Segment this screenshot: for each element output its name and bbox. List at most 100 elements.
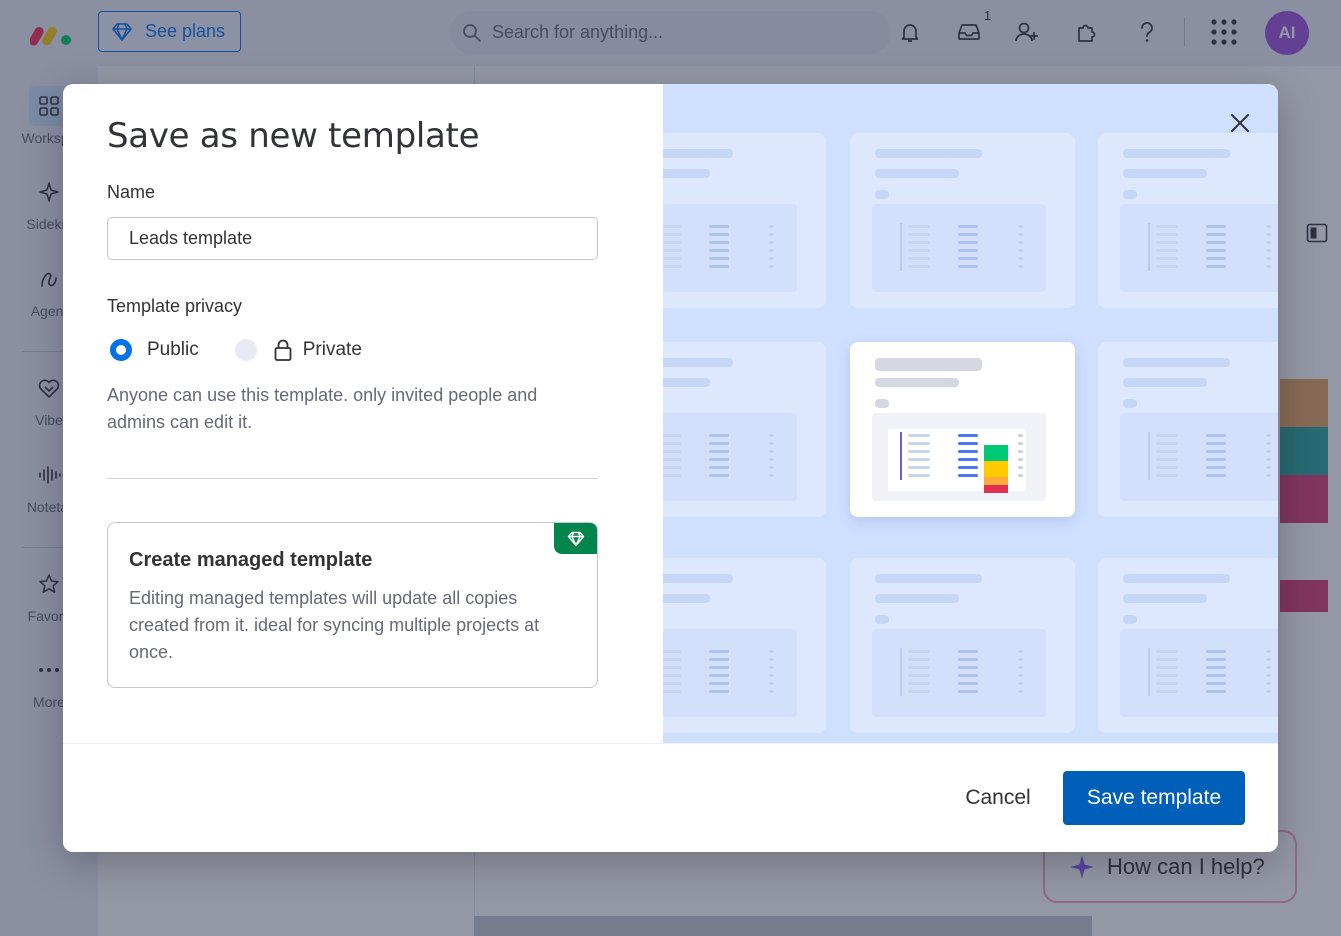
preview-row-line: [908, 682, 930, 685]
preview-row-line: [1156, 225, 1178, 228]
preview-row-line: [1206, 249, 1226, 252]
preview-row-line: [1156, 474, 1178, 477]
preview-row-line: [663, 458, 681, 461]
preview-row-line: [1206, 690, 1226, 693]
preview-tile: [1098, 558, 1278, 733]
managed-template-card[interactable]: Create managed template Editing managed …: [107, 522, 598, 688]
preview-bar: [1123, 378, 1207, 387]
preview-row-line: [908, 434, 930, 437]
preview-row-line: [908, 458, 930, 461]
preview-row-line: [1266, 682, 1271, 685]
radio-option-private[interactable]: Private: [234, 338, 362, 362]
preview-row-line: [958, 682, 978, 685]
preview-row-line: [1018, 265, 1023, 268]
preview-row-line: [908, 249, 930, 252]
preview-row-line: [1206, 265, 1226, 268]
save-template-button[interactable]: Save template: [1063, 771, 1245, 825]
preview-row-line: [1156, 466, 1178, 469]
preview-row-line: [958, 225, 978, 228]
preview-row-line: [709, 650, 729, 653]
modal-form: Save as new template Name Template priva…: [63, 84, 663, 743]
preview-row-line: [1206, 434, 1226, 437]
preview-row-line: [908, 257, 930, 260]
preview-row-line: [1156, 458, 1178, 461]
preview-row-line: [1156, 450, 1178, 453]
preview-board: [1120, 204, 1278, 292]
close-button[interactable]: [1227, 110, 1253, 136]
preview-row-line: [1018, 674, 1023, 677]
preview-row-line: [1206, 666, 1226, 669]
preview-row-line: [958, 650, 978, 653]
cancel-button[interactable]: Cancel: [948, 772, 1048, 824]
preview-row-line: [663, 257, 681, 260]
preview-row-line: [769, 658, 774, 661]
private-label: Private: [302, 339, 362, 360]
preview-row-line: [1206, 474, 1226, 477]
preview-board: [872, 629, 1046, 717]
preview-row-line: [1266, 466, 1271, 469]
preview-row-line: [709, 434, 729, 437]
preview-row-line: [709, 690, 729, 693]
preview-bar: [1123, 594, 1207, 603]
preview-bar: [1123, 574, 1230, 583]
preview-row-line: [769, 450, 774, 453]
preview-row-line: [1018, 682, 1023, 685]
preview-row-line: [1018, 458, 1023, 461]
preview-bar: [663, 574, 733, 583]
preview-row-line: [1266, 265, 1271, 268]
preview-row-line: [1266, 474, 1271, 477]
preview-bar: [875, 358, 982, 371]
preview-board: [872, 204, 1046, 292]
preview-row-line: [1266, 658, 1271, 661]
preview-row-line: [958, 434, 978, 437]
preview-row-line: [769, 225, 774, 228]
preview-row-line: [769, 257, 774, 260]
preview-row-line: [709, 658, 729, 661]
form-divider: [107, 478, 598, 479]
radio-option-public[interactable]: Public: [110, 339, 199, 361]
private-radio[interactable]: [234, 339, 257, 361]
preview-row-line: [1156, 241, 1178, 244]
preview-row-line: [958, 265, 978, 268]
preview-board: [1120, 413, 1278, 501]
preview-row-line: [1266, 233, 1271, 236]
diamond-icon: [567, 531, 584, 546]
preview-row-line: [1266, 241, 1271, 244]
preview-bar: [663, 358, 733, 367]
preview-row-line: [1206, 241, 1226, 244]
preview-row-line: [1156, 666, 1178, 669]
preview-tile: [1098, 133, 1278, 308]
preview-row-line: [1206, 674, 1226, 677]
preview-row-line: [663, 450, 681, 453]
preview-bar: [875, 378, 959, 387]
public-radio[interactable]: [110, 339, 132, 361]
preview-row-line: [1018, 225, 1023, 228]
preview-bar: [875, 149, 982, 158]
preview-group-line: [1148, 432, 1150, 480]
preview-tile: [663, 342, 826, 517]
preview-bar: [663, 594, 710, 603]
template-name-input[interactable]: [107, 217, 598, 260]
preview-row-line: [663, 265, 681, 268]
preview-row-line: [709, 233, 729, 236]
preview-row-line: [908, 466, 930, 469]
preview-row-line: [663, 233, 681, 236]
preview-row-line: [1156, 233, 1178, 236]
preview-row-line: [663, 682, 681, 685]
preview-row-line: [1018, 442, 1023, 445]
preview-row-line: [908, 241, 930, 244]
preview-row-line: [769, 666, 774, 669]
preview-row-line: [1156, 249, 1178, 252]
preview-row-line: [663, 434, 681, 437]
preview-row-line: [1018, 434, 1023, 437]
preview-row-line: [709, 265, 729, 268]
preview-tile: [663, 133, 826, 308]
preview-tile: [850, 133, 1075, 308]
preview-row-line: [908, 658, 930, 661]
preview-row-line: [769, 233, 774, 236]
preview-row-line: [1266, 674, 1271, 677]
preview-row-line: [1266, 249, 1271, 252]
managed-template-title: Create managed template: [129, 549, 373, 571]
preview-group-line: [900, 432, 902, 480]
preview-row-line: [709, 466, 729, 469]
